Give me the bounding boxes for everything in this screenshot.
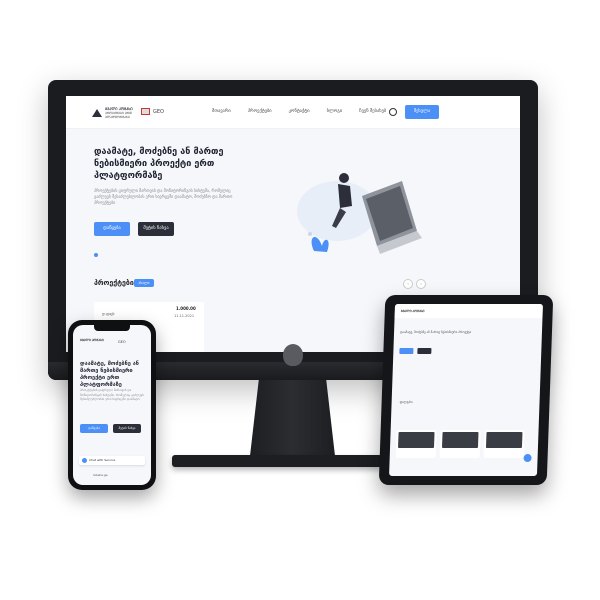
flag-icon (141, 108, 150, 115)
keyboard (172, 455, 382, 467)
prev-arrow-icon[interactable]: ‹ (403, 279, 413, 289)
hero-illustration (297, 173, 422, 254)
card-name: დ.ფიცხ (102, 312, 115, 316)
chat-bubble-icon[interactable] (523, 454, 532, 463)
tablet-card[interactable] (483, 430, 525, 459)
menu-item-blog[interactable]: ბლოგი (327, 109, 343, 114)
tablet-card-list (395, 430, 525, 459)
logo-subtext: ᲞᲠᲝᲔᲥᲢᲔᲑᲘ ᲔᲠᲗ ᲞᲚᲐᲢᲤᲝᲠᲛᲐᲖᲔ (105, 111, 133, 119)
phone-start-button[interactable]: დაწყება (80, 424, 108, 433)
phone-logo[interactable]: ᲒᲕᲐᲚᲘ ᲙᲝᲛᲞᲡᲘ (80, 338, 104, 343)
tablet-secondary-button[interactable] (417, 347, 432, 354)
chat-icon (82, 458, 87, 463)
main-menu: მთავარი პროექტები კონტაქტი ბლოგი ჩვენ შე… (212, 109, 386, 114)
phone-hero-description: პროექტების ციფრული მართვის და მონიტორინგ… (80, 388, 144, 401)
projects-heading: პროექტები (94, 279, 134, 287)
search-icon[interactable] (389, 108, 397, 116)
ipad-device: ᲒᲕᲐᲚᲘ ᲙᲝᲛᲞᲡᲘ დაამატე, მოძებნე ან მართე ნ… (378, 294, 554, 486)
language-label: GEO (153, 108, 164, 115)
hero-title: დაამატე, მოძებნე ან მართე ნებისმიერი პრო… (94, 147, 224, 181)
tablet-logo[interactable]: ᲒᲕᲐᲚᲘ ᲙᲝᲛᲞᲡᲘ (401, 309, 425, 313)
hero-description: პროექტების ციფრული მართვის და მონიტორინგ… (94, 188, 233, 205)
tablet-card[interactable] (439, 430, 481, 459)
phone-language-selector[interactable]: GEO (118, 340, 126, 344)
login-button[interactable]: შესვლა (405, 105, 439, 119)
top-nav: ᲒᲕᲐᲚᲘ ᲙᲝᲛᲞᲡᲘ ᲞᲠᲝᲔᲥᲢᲔᲑᲘ ᲔᲠᲗ ᲞᲚᲐᲢᲤᲝᲠᲛᲐᲖᲔ G… (66, 96, 520, 129)
projects-badge[interactable]: ახალი (134, 279, 154, 287)
tablet-card[interactable] (395, 430, 437, 459)
menu-item-about[interactable]: ჩვენ შესახებ (359, 109, 386, 114)
imac-stand (249, 380, 336, 462)
slider-dot[interactable] (94, 253, 98, 257)
menu-item-projects[interactable]: პროექტები (248, 109, 272, 114)
card-price: 1.000.00 (176, 306, 196, 311)
phone-chat-widget[interactable]: Chat with Service (79, 456, 145, 465)
next-arrow-icon[interactable]: › (416, 279, 426, 289)
phone-notch (94, 325, 130, 331)
language-selector[interactable]: GEO (141, 108, 164, 115)
carousel-controls: ‹ › (403, 279, 426, 289)
menu-item-contact[interactable]: კონტაქტი (289, 109, 310, 114)
card-date: 11.11.2021 (174, 314, 195, 318)
phone-hero-title: დაამატე, მოძებნე ან მართე ნებისმიერი პრო… (80, 361, 139, 388)
site-logo[interactable]: ᲒᲕᲐᲚᲘ ᲙᲝᲛᲞᲡᲘ ᲞᲠᲝᲔᲥᲢᲔᲑᲘ ᲔᲠᲗ ᲞᲚᲐᲢᲤᲝᲠᲛᲐᲖᲔ (92, 107, 145, 119)
apple-logo-icon (283, 344, 303, 366)
phone-url-bar: lobelia.ge (93, 473, 108, 477)
chat-label: Chat with Service (89, 458, 116, 462)
logo-mark-icon (92, 109, 102, 117)
laptop-icon (362, 181, 422, 254)
iphone-device: ᲒᲕᲐᲚᲘ ᲙᲝᲛᲞᲡᲘ GEO დაამატე, მოძებნე ან მარ… (68, 320, 156, 490)
tablet-primary-button[interactable] (399, 347, 414, 354)
tablet-screen: ᲒᲕᲐᲚᲘ ᲙᲝᲛᲞᲡᲘ დაამატე, მოძებნე ან მართე ნ… (389, 303, 543, 477)
tablet-heading: დაამატე, მოძებნე ან მართე ნებისმიერი პრო… (399, 329, 472, 334)
phone-screen: ᲒᲕᲐᲚᲘ ᲙᲝᲛᲞᲡᲘ GEO დაამატე, მოძებნე ან მარ… (73, 325, 151, 485)
tablet-filter-label: ფილტრი (399, 400, 413, 405)
more-button[interactable]: მეტის ნახვა (138, 222, 174, 236)
tablet-nav: ᲒᲕᲐᲚᲘ ᲙᲝᲛᲞᲡᲘ (394, 303, 543, 318)
menu-item-home[interactable]: მთავარი (212, 109, 231, 114)
phone-more-button[interactable]: მეტის ნახვა (113, 424, 141, 433)
start-button[interactable]: დაწყება (94, 222, 130, 236)
